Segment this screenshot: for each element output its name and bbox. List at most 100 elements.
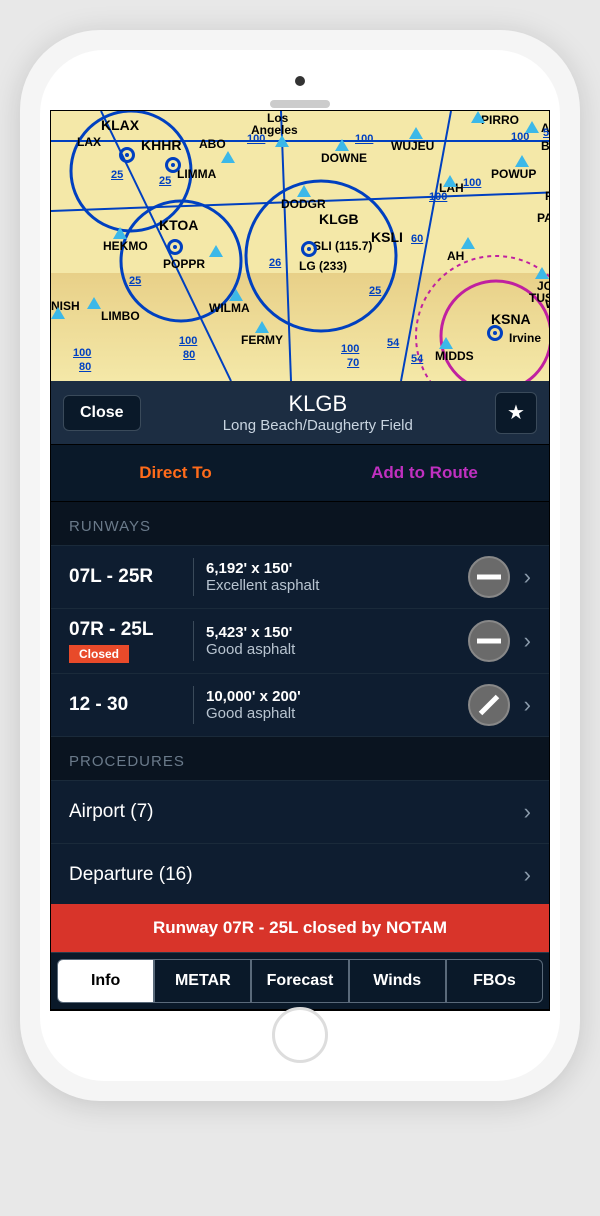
map-label: 26 [269,257,281,269]
runway-row[interactable]: 07L - 25R6,192' x 150'Excellent asphalt› [51,546,549,609]
runways-section-header: RUNWAYS [51,502,549,546]
map-label: FERMY [241,333,283,347]
map-label: POPPR [163,257,205,271]
chevron-right-icon: › [520,628,535,654]
map-label: 80 [183,349,195,361]
map-label: 25 [129,275,141,287]
procedure-label: Airport (7) [69,801,153,823]
phone-home-button[interactable] [272,1007,328,1063]
chevron-right-icon: › [520,862,535,888]
map-label: WUJEU [391,139,434,153]
map-label: KLGB [319,211,359,227]
app-screen: KLAXKHHRLAXABOLosAngelesLIMMADOWNEWUJEUP… [50,110,550,1011]
waypoint-icon [51,307,65,319]
procedure-row[interactable]: Airport (7) › [51,781,549,844]
closed-badge: Closed [69,645,129,663]
map-label: DODGR [281,197,326,211]
map-label: 80 [79,361,91,373]
map-label: KHHR [141,137,181,153]
airport-icon[interactable] [167,239,183,255]
runway-dimensions: 5,423' x 150' [206,624,468,641]
waypoint-icon [87,297,101,309]
waypoint-icon [461,237,475,249]
header-title-block: KLGB Long Beach/Daugherty Field [141,391,495,434]
airport-name: Long Beach/Daugherty Field [141,417,495,434]
runway-dimensions: 10,000' x 200' [206,688,468,705]
runway-surface: Good asphalt [206,641,468,658]
tab-metar[interactable]: METAR [154,959,251,1003]
chevron-right-icon: › [520,799,535,825]
map-label: LIMMA [177,167,216,181]
map-label: DOWNE [321,151,367,165]
map-label: WOKRO [545,297,549,311]
waypoint-icon [335,139,349,151]
tab-fbos[interactable]: FBOs [446,959,543,1003]
map-label: 25 [111,169,123,181]
close-button[interactable]: Close [63,395,141,431]
map-label: 25 [369,285,381,297]
waypoint-icon [535,267,549,279]
waypoint-icon [471,111,485,123]
waypoint-icon [443,175,457,187]
runway-id: 07R - 25L [69,619,193,641]
airport-icon[interactable] [119,147,135,163]
map-label: LIMBO [101,309,140,323]
chevron-right-icon: › [520,564,535,590]
waypoint-icon [275,135,289,147]
map-label: KTOA [159,217,198,233]
procedure-row[interactable]: Departure (16)› [51,844,549,907]
airport-header-bar: Close KLGB Long Beach/Daugherty Field ★ [51,381,549,445]
map-label: LG (233) [299,259,347,273]
waypoint-icon [439,337,453,349]
airport-icon[interactable] [165,157,181,173]
runway-heading-icon [468,620,510,662]
waypoint-icon [297,185,311,197]
star-icon: ★ [507,400,525,425]
runway-surface: Good asphalt [206,705,468,722]
tab-info[interactable]: Info [57,959,154,1003]
waypoint-icon [255,321,269,333]
map-label: AH [447,249,464,263]
waypoint-icon [409,127,423,139]
runway-row[interactable]: 07R - 25L Closed 5,423' x 150'Good asphalt… [51,609,549,674]
map-label: 100 [355,133,373,145]
add-to-route-button[interactable]: Add to Route [300,445,549,501]
chevron-right-icon: › [520,692,535,718]
waypoint-icon [209,245,223,257]
runway-heading-icon [468,684,510,726]
waypoint-icon [113,227,127,239]
map-label: 100 [429,191,447,203]
map-label: KSLI [371,229,403,245]
map-label: 50 [543,127,549,139]
map-label: 100 [463,177,481,189]
tab-forecast[interactable]: Forecast [251,959,348,1003]
map-label: HEKMO [103,239,148,253]
map-label: 100 [179,335,197,347]
airport-icon[interactable] [487,325,503,341]
sectional-map[interactable]: KLAXKHHRLAXABOLosAngelesLIMMADOWNEWUJEUP… [51,111,549,381]
map-label: 25 [159,175,171,187]
map-label: 100 [341,343,359,355]
action-row: Direct To Add to Route [51,445,549,502]
map-label: BAYVI [541,139,549,153]
map-label: PA [537,211,549,225]
map-label: 60 [411,233,423,245]
map-label: KLAX [101,117,139,133]
map-label: 100 [247,133,265,145]
map-label: ABO [199,137,226,151]
airport-icon[interactable] [301,241,317,257]
favorite-button[interactable]: ★ [495,392,537,434]
notam-banner[interactable]: Runway 07R - 25L closed by NOTAM [51,904,549,952]
runway-dimensions: 6,192' x 150' [206,560,468,577]
procedures-section-header: PROCEDURES [51,737,549,781]
map-label: LAX [77,135,101,149]
bottom-tab-bar: InfoMETARForecastWindsFBOs [51,952,549,1010]
runway-row[interactable]: 12 - 30 10,000' x 200'Good asphalt › [51,674,549,737]
waypoint-icon [525,121,539,133]
map-label: 70 [347,357,359,369]
tab-winds[interactable]: Winds [349,959,446,1003]
waypoint-icon [515,155,529,167]
direct-to-button[interactable]: Direct To [51,445,300,501]
map-label: WILMA [209,301,250,315]
runway-id: 12 - 30 [69,694,193,716]
